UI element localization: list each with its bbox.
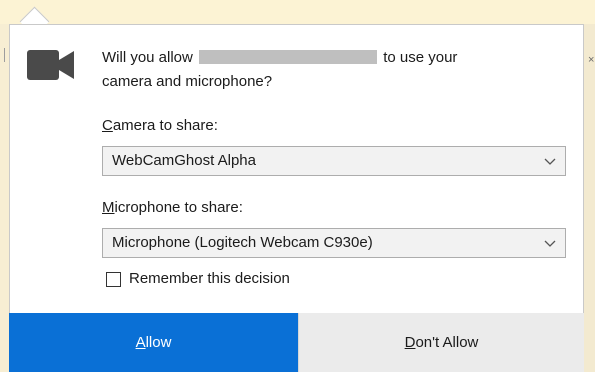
background-text-cursor (4, 48, 5, 62)
chevron-down-icon (544, 158, 556, 165)
prompt-text-before: Will you allow (102, 49, 193, 66)
microphone-label-text: icrophone to share: (114, 199, 243, 216)
allow-button-accesskey: A (135, 334, 146, 351)
camera-label-text: amera to share: (112, 117, 218, 134)
background-page-right (584, 24, 595, 372)
redacted-site-name (199, 50, 378, 64)
video-camera-icon (27, 50, 74, 80)
microphone-label: Microphone to share: (102, 199, 243, 216)
camera-selected-value: WebCamGhost Alpha (112, 152, 256, 169)
remember-checkbox[interactable] (106, 272, 121, 287)
camera-label-accesskey: C (102, 117, 113, 134)
prompt-line-1: Will you allow to use your (102, 46, 552, 70)
camera-select[interactable]: WebCamGhost Alpha (102, 146, 566, 176)
microphone-selected-value: Microphone (Logitech Webcam C930e) (112, 234, 373, 251)
prompt-line-2: camera and microphone? (102, 73, 273, 90)
background-page-left (0, 24, 9, 372)
allow-button[interactable]: Allow (9, 313, 298, 372)
microphone-select[interactable]: Microphone (Logitech Webcam C930e) (102, 228, 566, 258)
dont-allow-button-label: on't Allow (415, 334, 479, 351)
camera-label: Camera to share: (102, 117, 218, 134)
microphone-label-accesskey: M (102, 199, 115, 216)
permission-prompt: Will you allow to use your camera and mi… (102, 46, 552, 94)
dont-allow-button[interactable]: Don't Allow (298, 313, 584, 372)
prompt-text-after: to use your (383, 49, 458, 66)
remember-checkbox-label[interactable]: Remember this decision (129, 270, 290, 287)
dont-allow-button-accesskey: D (404, 334, 416, 351)
allow-button-label: llow (145, 334, 172, 351)
chevron-down-icon (544, 240, 556, 247)
background-close-icon[interactable]: × (588, 54, 594, 66)
